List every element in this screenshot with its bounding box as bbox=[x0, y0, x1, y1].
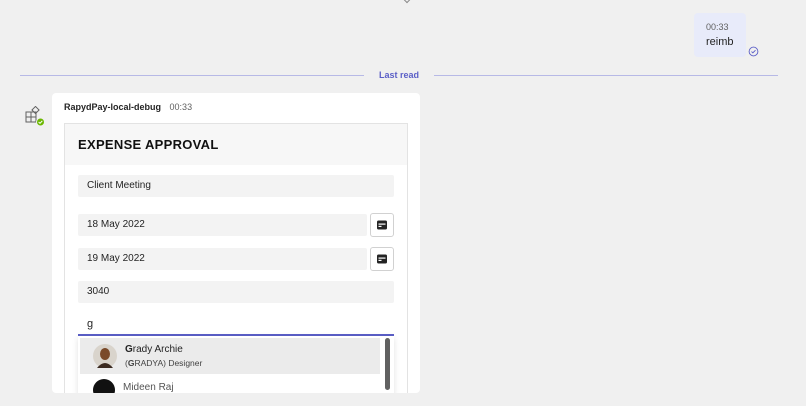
scroll-up-caret-icon bbox=[402, 0, 412, 4]
calendar-icon bbox=[377, 220, 387, 230]
divider-line-right bbox=[434, 75, 778, 76]
avatar bbox=[93, 344, 117, 368]
avatar bbox=[93, 379, 115, 393]
approver-search-input[interactable]: g bbox=[78, 314, 394, 336]
sent-message-time: 00:33 bbox=[706, 22, 729, 32]
end-date-field[interactable]: 19 May 2022 bbox=[78, 248, 367, 270]
card-title: EXPENSE APPROVAL bbox=[65, 124, 407, 165]
amount-field[interactable]: 3040 bbox=[78, 281, 394, 303]
sub-rest: RADYA) Designer bbox=[134, 358, 203, 368]
check-circle-icon bbox=[748, 46, 759, 57]
bot-message-header: RapydPay-local-debug 00:33 bbox=[64, 102, 192, 113]
start-date-field[interactable]: 18 May 2022 bbox=[78, 214, 367, 236]
bot-message: RapydPay-local-debug 00:33 EXPENSE APPRO… bbox=[52, 93, 420, 393]
divider-line-left bbox=[20, 75, 364, 76]
start-date-picker-button[interactable] bbox=[370, 213, 394, 237]
expense-approval-card: EXPENSE APPROVAL Client Meeting 18 May 2… bbox=[64, 123, 408, 393]
sent-message-text: reimb bbox=[706, 36, 734, 48]
purpose-field[interactable]: Client Meeting bbox=[78, 175, 394, 197]
suggestion-item[interactable]: Grady Archie (GRADYA) Designer bbox=[80, 338, 380, 374]
calendar-icon bbox=[377, 254, 387, 264]
sent-message-bubble[interactable]: 00:33 reimb bbox=[694, 13, 746, 57]
bot-message-time: 00:33 bbox=[169, 102, 193, 112]
people-suggestion-list: Grady Archie (GRADYA) Designer Mideen Ra… bbox=[78, 336, 394, 393]
suggestion-name: Grady Archie bbox=[125, 344, 183, 355]
suggestion-name[interactable]: Mideen Raj bbox=[123, 382, 174, 393]
name-match: G bbox=[125, 344, 133, 355]
bot-sender-name[interactable]: RapydPay-local-debug bbox=[64, 102, 161, 112]
suggestion-scrollbar[interactable] bbox=[385, 338, 390, 390]
app-grid-icon[interactable] bbox=[24, 106, 46, 128]
name-rest: rady Archie bbox=[132, 344, 183, 355]
suggestion-details: (GRADYA) Designer bbox=[125, 358, 202, 368]
end-date-picker-button[interactable] bbox=[370, 247, 394, 271]
last-read-label: Last read bbox=[378, 70, 420, 80]
